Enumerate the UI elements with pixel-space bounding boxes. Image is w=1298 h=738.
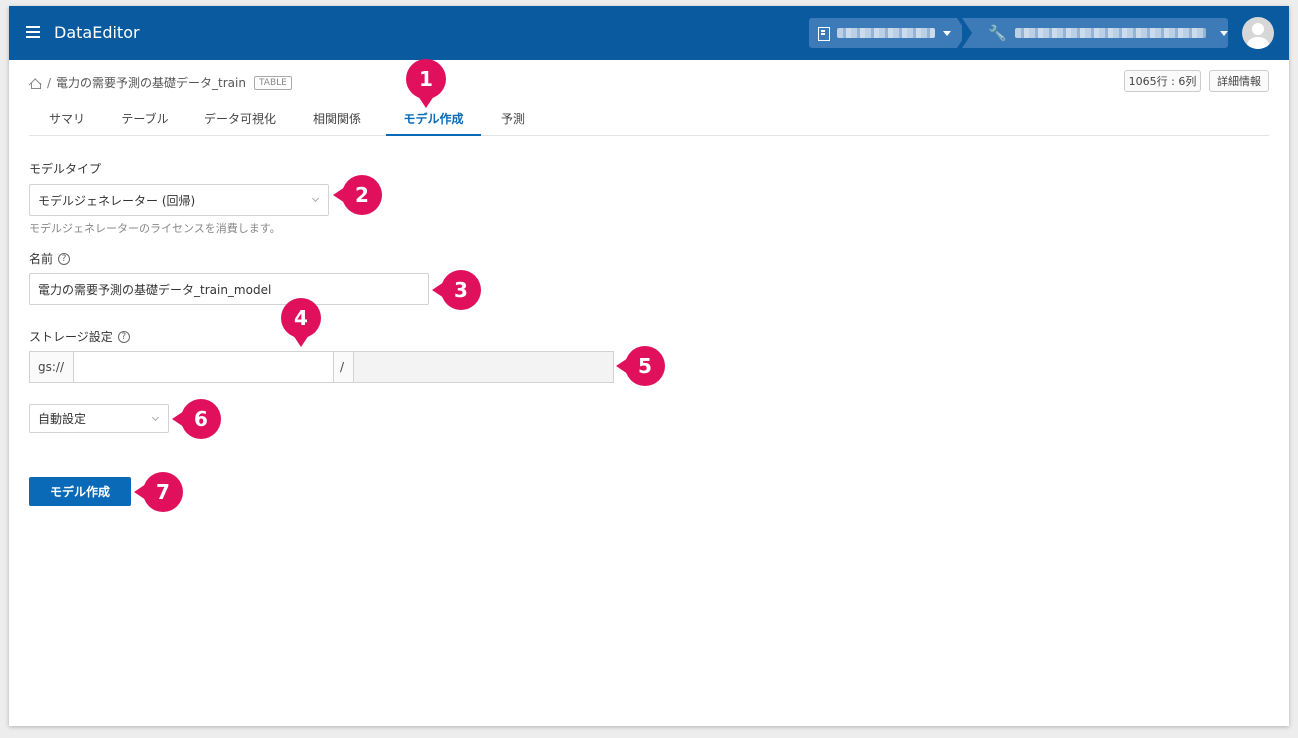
callout-marker-2: 2 (333, 175, 382, 215)
model-name-input[interactable]: 電力の需要予測の基礎データ_train_model (29, 273, 429, 305)
create-model-button[interactable]: モデル作成 (29, 477, 131, 506)
rows-columns-button[interactable]: 1065行 : 6列 (1124, 70, 1201, 92)
organization-name-blurred (837, 28, 935, 38)
help-icon[interactable]: ? (58, 252, 71, 265)
callout-marker-7: 7 (134, 472, 183, 512)
name-label: 名前 (29, 252, 54, 266)
storage-label-row: ストレージ設定 ? (29, 328, 130, 345)
organization-selector[interactable] (809, 18, 967, 48)
top-bar: DataEditor 🔧 (9, 6, 1289, 60)
tab-correlation[interactable]: 相関関係 (307, 104, 367, 136)
storage-settings-row: gs:// / (29, 351, 614, 383)
model-type-value: モデルジェネレーター (回帰) (38, 193, 196, 208)
caret-down-icon (943, 30, 951, 36)
home-icon[interactable] (29, 77, 41, 89)
breadcrumb-table-name: 電力の需要予測の基礎データ_train (56, 76, 246, 90)
storage-mode-value: 自動設定 (38, 412, 87, 426)
model-type-label: モデルタイプ (29, 162, 102, 176)
tab-data-visualization[interactable]: データ可視化 (199, 104, 281, 136)
callout-marker-3: 3 (432, 270, 481, 310)
help-icon[interactable]: ? (117, 330, 130, 343)
callout-marker-5: 5 (616, 346, 665, 386)
storage-label: ストレージ設定 (29, 330, 113, 344)
building-icon (817, 27, 830, 41)
callout-marker-4: 4 (281, 298, 321, 347)
breadcrumb-separator: / (47, 75, 52, 90)
chevron-down-icon (311, 194, 320, 203)
callout-marker-1: 1 (406, 59, 446, 108)
project-name-blurred (1014, 28, 1206, 38)
breadcrumb: / 電力の需要予測の基礎データ_train TABLE (29, 74, 292, 91)
tab-summary[interactable]: サマリ (39, 104, 95, 136)
details-button[interactable]: 詳細情報 (1209, 70, 1269, 92)
table-type-badge: TABLE (253, 75, 292, 90)
tab-prediction[interactable]: 予測 (493, 104, 533, 136)
caret-down-icon (1220, 30, 1228, 36)
storage-mode-select[interactable]: 自動設定 (29, 404, 169, 433)
chevron-down-icon (151, 413, 160, 421)
storage-path-input (354, 351, 614, 383)
storage-prefix: gs:// (29, 351, 74, 383)
project-selector[interactable]: 🔧 (962, 18, 1228, 48)
tab-table[interactable]: テーブル (117, 104, 173, 136)
hamburger-menu-icon[interactable] (26, 26, 40, 40)
wrench-icon: 🔧 (988, 24, 1007, 42)
tab-model-creation[interactable]: モデル作成 (386, 104, 481, 136)
app-title: DataEditor (54, 23, 140, 42)
model-type-select[interactable]: モデルジェネレーター (回帰) (29, 184, 329, 216)
model-name-value: 電力の需要予測の基礎データ_train_model (38, 282, 272, 297)
storage-path-separator: / (334, 351, 354, 383)
app-window: DataEditor 🔧 / 電力の需要予測の基礎データ_train TABLE… (9, 6, 1289, 726)
user-avatar[interactable] (1242, 17, 1274, 49)
model-type-hint: モデルジェネレーターのライセンスを消費します。 (29, 222, 281, 235)
storage-bucket-input[interactable] (74, 351, 334, 383)
tab-bar: サマリ テーブル データ可視化 相関関係 モデル作成 予測 (29, 104, 1269, 136)
callout-marker-6: 6 (172, 399, 221, 439)
name-label-row: 名前 ? (29, 250, 71, 267)
